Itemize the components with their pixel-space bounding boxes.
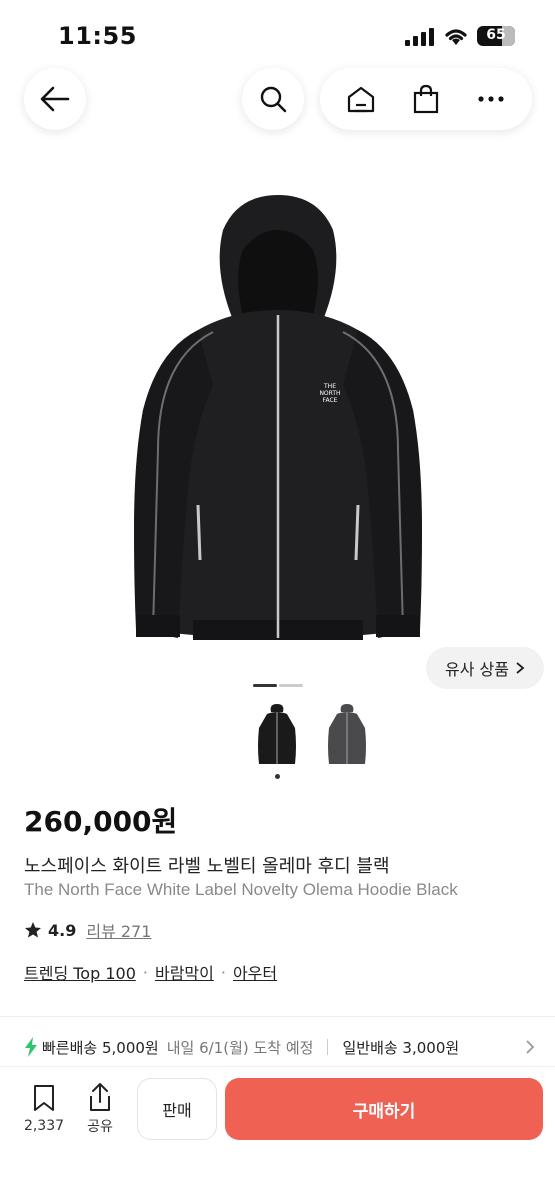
wifi-icon xyxy=(445,29,467,45)
carousel-pager xyxy=(253,684,303,687)
chevron-right-icon xyxy=(516,662,525,674)
star-icon xyxy=(25,922,41,938)
thumbnail-black[interactable] xyxy=(255,702,299,768)
home-button[interactable] xyxy=(337,75,385,123)
bottom-action-bar: 2,337 공유 판매 구매하기 xyxy=(0,1070,555,1150)
chevron-right-icon xyxy=(526,1040,535,1054)
svg-text:THE: THE xyxy=(323,383,336,390)
status-bar: 11:55 65 xyxy=(0,0,555,70)
more-horizontal-icon xyxy=(478,96,504,102)
product-image-jacket: THE NORTH FACE xyxy=(133,195,422,640)
cart-button[interactable] xyxy=(402,75,450,123)
similar-products-label: 유사 상품 xyxy=(445,660,509,679)
shopping-bag-icon xyxy=(413,84,439,114)
section-divider xyxy=(0,1016,555,1017)
tag-windbreaker[interactable]: 바람막이 xyxy=(155,960,214,984)
battery-level: 65 xyxy=(486,27,506,43)
fast-shipping-label: 빠른배송 5,000원 xyxy=(42,1038,159,1057)
tag-separator: · xyxy=(142,962,148,982)
cellular-signal-icon xyxy=(405,28,434,46)
reviews-link[interactable]: 리뷰 271 xyxy=(86,918,151,942)
bookmark-count: 2,337 xyxy=(23,1118,65,1134)
lightning-icon xyxy=(25,1037,37,1057)
normal-shipping-label: 일반배송 3,000원 xyxy=(342,1038,460,1057)
tag-trending[interactable]: 트렌딩 Top 100 xyxy=(24,960,136,984)
product-title-english: The North Face White Label Novelty Olema… xyxy=(24,880,458,899)
battery-icon: 65 xyxy=(477,26,515,46)
pager-indicator xyxy=(279,684,303,687)
shipping-separator xyxy=(327,1039,329,1055)
thumbnail-dark-gray[interactable] xyxy=(325,702,369,768)
similar-products-button[interactable]: 유사 상품 xyxy=(426,647,544,689)
product-image-carousel[interactable]: THE NORTH FACE xyxy=(0,160,555,690)
status-time: 11:55 xyxy=(58,22,137,50)
action-bar-divider xyxy=(0,1066,555,1067)
back-button[interactable] xyxy=(24,68,86,130)
more-button[interactable] xyxy=(467,75,515,123)
search-button[interactable] xyxy=(242,68,304,130)
buy-button[interactable]: 구매하기 xyxy=(225,1078,543,1140)
product-price: 260,000원 xyxy=(24,805,178,838)
arrow-left-icon xyxy=(40,86,70,112)
selected-thumbnail-dot xyxy=(275,774,280,779)
pager-indicator-active xyxy=(253,684,277,687)
product-rating: 4.9 리뷰 271 xyxy=(24,918,151,942)
share-icon xyxy=(90,1083,110,1111)
tag-outer[interactable]: 아우터 xyxy=(233,960,277,984)
bookmark-button[interactable]: 2,337 xyxy=(18,1084,70,1134)
sell-button[interactable]: 판매 xyxy=(137,1078,217,1140)
nav-actions-group xyxy=(320,68,532,130)
home-icon xyxy=(347,86,374,113)
tag-separator: · xyxy=(220,962,226,982)
bookmark-icon xyxy=(34,1085,54,1111)
product-title-korean: 노스페이스 화이트 라벨 노벨티 올레마 후디 블랙 xyxy=(24,856,390,877)
svg-text:FACE: FACE xyxy=(322,397,337,404)
svg-text:NORTH: NORTH xyxy=(319,390,340,397)
color-variant-thumbnails xyxy=(0,702,555,782)
share-label: 공유 xyxy=(87,1119,113,1135)
shipping-options[interactable]: 빠른배송 5,000원 내일 6/1(월) 도착 예정 일반배송 3,000원 xyxy=(24,1034,555,1060)
shipping-more-button[interactable] xyxy=(517,1034,543,1060)
search-icon xyxy=(260,86,287,113)
fast-shipping-date: 내일 6/1(월) 도착 예정 xyxy=(166,1038,314,1057)
category-tags: 트렌딩 Top 100 · 바람막이 · 아우터 xyxy=(24,960,277,984)
rating-score: 4.9 xyxy=(48,920,77,940)
share-button[interactable]: 공유 xyxy=(78,1082,122,1136)
